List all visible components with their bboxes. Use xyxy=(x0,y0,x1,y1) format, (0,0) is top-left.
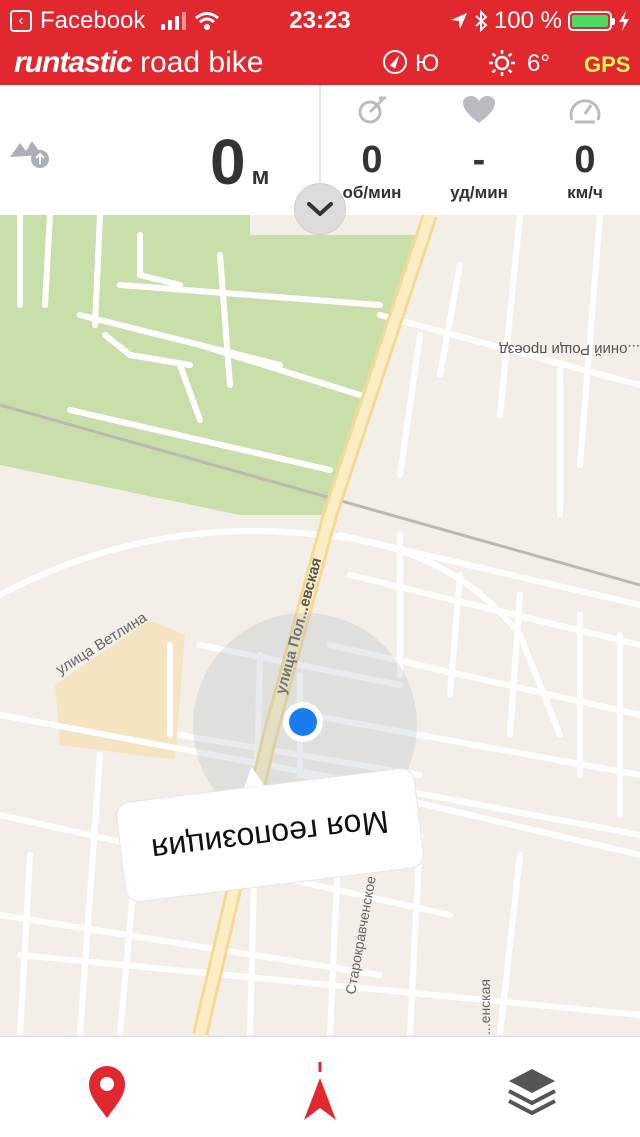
street-label-5: ...оний Рощи проезд xyxy=(499,341,640,358)
speedometer-icon xyxy=(569,99,601,124)
heart-icon xyxy=(463,96,495,123)
direction-label: Ю xyxy=(415,50,440,77)
location-dot[interactable] xyxy=(289,708,317,736)
cadence-value: 0 xyxy=(361,139,383,181)
speed-value: 0 xyxy=(574,139,596,181)
temperature: 6° xyxy=(527,50,550,77)
bottom-toolbar xyxy=(0,1036,640,1137)
charging-bolt-icon xyxy=(619,11,629,31)
speed-stat: 0 км/ч xyxy=(525,85,640,203)
compass-icon xyxy=(383,50,407,74)
elevation-icon xyxy=(10,141,49,168)
brand-runtastic: runtastic xyxy=(14,46,133,79)
street-label-4: ...енская xyxy=(477,979,493,1035)
brand-product: road bike xyxy=(140,46,264,79)
map-pin-button[interactable] xyxy=(72,1057,142,1127)
heart-rate-unit: уд/мин xyxy=(450,183,508,202)
battery-percent: 100 % xyxy=(493,7,562,34)
sun-icon xyxy=(489,50,515,76)
distance-unit: м xyxy=(251,163,270,190)
speed-unit: км/ч xyxy=(567,183,603,202)
collapse-stats-button[interactable] xyxy=(294,183,346,235)
heart-rate-value: - xyxy=(472,139,486,181)
chevron-down-icon xyxy=(307,202,333,216)
cadence-icon xyxy=(358,96,386,124)
gps-status[interactable]: GPS xyxy=(584,52,630,78)
app-header: runtastic road bike Ю 6° GPS xyxy=(0,40,640,85)
heart-rate-stat: - уд/мин xyxy=(419,85,539,203)
distance-value: 0 xyxy=(210,126,246,198)
map-view[interactable]: улица Ветлина улица Пол...евская Старокр… xyxy=(0,215,640,1035)
app-logo: runtastic road bike xyxy=(14,46,263,80)
map-pin-icon xyxy=(89,1066,125,1118)
status-bar: ‹ Facebook 23:23 100 % xyxy=(0,0,640,40)
battery-icon xyxy=(568,11,615,31)
distance-readout: 0 м xyxy=(210,125,269,199)
bluetooth-icon xyxy=(475,10,488,32)
park-area xyxy=(0,215,420,515)
location-services-icon xyxy=(450,13,467,29)
layers-button[interactable] xyxy=(497,1057,567,1127)
map-canvas[interactable]: улица Ветлина улица Пол...евская Старокр… xyxy=(0,215,640,1035)
navigation-arrow-icon xyxy=(304,1062,336,1120)
layers-icon xyxy=(508,1069,556,1116)
navigation-button[interactable] xyxy=(285,1057,355,1127)
